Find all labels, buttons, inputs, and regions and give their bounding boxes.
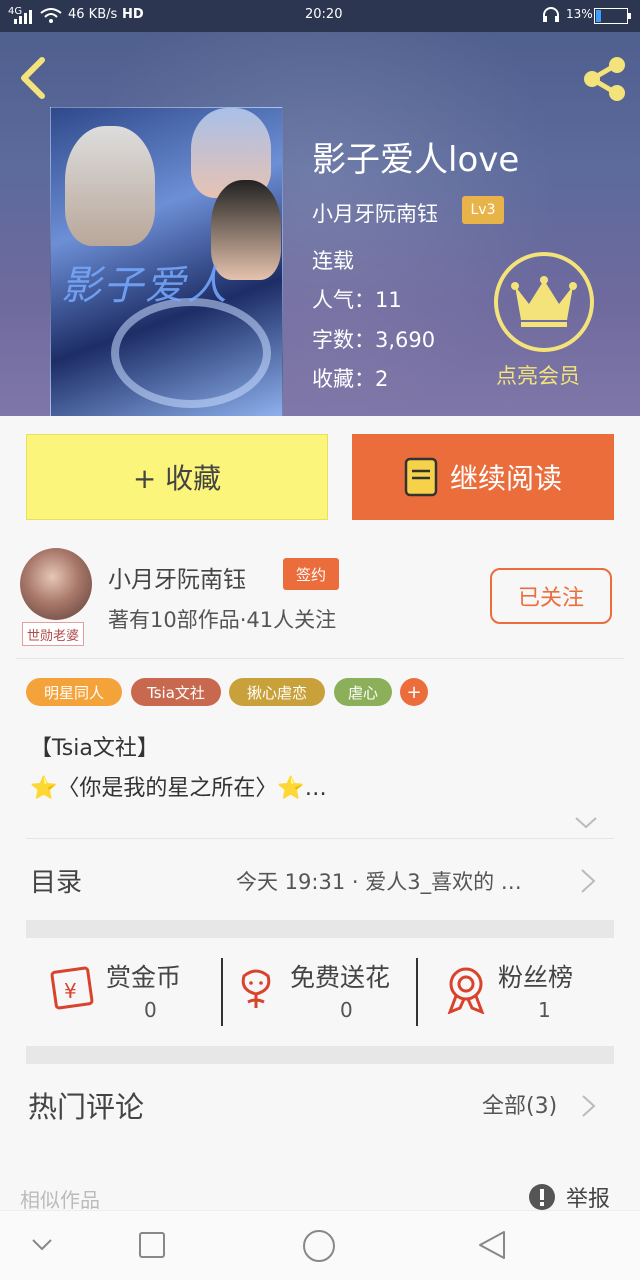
book-title: 影子爱人love xyxy=(312,140,520,180)
section-separator xyxy=(26,1046,614,1064)
add-favorite-button[interactable]: + 收藏 xyxy=(26,434,328,520)
red-envelope-icon: ¥ xyxy=(50,966,94,1010)
vip-label: 点亮会员 xyxy=(496,364,580,388)
tip-coins-button[interactable]: ¥ 赏金币 0 xyxy=(26,950,222,1030)
favorites-count: 收藏：2 xyxy=(312,367,389,391)
add-tag-button[interactable]: + xyxy=(400,678,428,706)
avatar-caption: 世勋老婆 xyxy=(22,622,85,646)
toc-row[interactable]: 目录 今天 19:31 · 爱人3_喜欢的 … xyxy=(26,840,614,920)
nav-home-button[interactable] xyxy=(302,1229,336,1263)
report-label: 举报 xyxy=(566,1187,611,1212)
headphones-icon xyxy=(542,6,560,28)
stat-label: 粉丝榜 xyxy=(498,963,574,992)
tag-item[interactable]: 明星同人 xyxy=(26,678,122,706)
expand-intro-button[interactable] xyxy=(574,814,598,834)
popularity: 人气：11 xyxy=(312,288,402,312)
stat-value: 0 xyxy=(144,998,157,1022)
rosette-icon xyxy=(447,967,485,1014)
share-button[interactable] xyxy=(580,56,628,106)
author-name[interactable]: 小月牙阮南钰 xyxy=(312,198,438,228)
battery-icon xyxy=(594,8,632,28)
signal-icon xyxy=(10,10,36,28)
stat-label: 赏金币 xyxy=(106,963,182,992)
hd-call-indicator: HD xyxy=(122,7,144,22)
back-button[interactable] xyxy=(16,56,48,104)
crown-icon xyxy=(511,276,577,327)
follow-button[interactable]: 已关注 xyxy=(490,568,612,624)
book-header: 影子爱人 影子爱人love 小月牙阮南钰 Lv3 连载 人气：11 字数：3,6… xyxy=(0,32,640,416)
nav-collapse-button[interactable] xyxy=(30,1237,54,1253)
continue-reading-label: 继续阅读 xyxy=(449,462,562,495)
author-stats: 著有10部作品·41人关注 xyxy=(108,608,337,632)
warning-icon xyxy=(529,1184,555,1210)
svg-text:¥: ¥ xyxy=(64,979,77,1003)
nav-recents-button[interactable] xyxy=(138,1231,166,1259)
stat-value: 0 xyxy=(340,998,353,1022)
chevron-down-icon xyxy=(575,817,597,829)
toc-label: 目录 xyxy=(30,868,83,898)
tag-item[interactable]: 虐心 xyxy=(334,678,392,706)
chevron-right-icon xyxy=(582,1095,596,1117)
chevron-right-icon xyxy=(581,869,596,893)
battery-percent: 13% xyxy=(566,7,593,21)
hot-comments-title: 热门评论 xyxy=(28,1090,145,1124)
stat-value: 1 xyxy=(538,998,551,1022)
similar-works-label: 相似作品 xyxy=(20,1188,100,1212)
intro-line-2: ⭐〈你是我的星之所在〉⭐… xyxy=(30,776,327,801)
section-separator xyxy=(26,920,614,938)
nav-back-button[interactable] xyxy=(476,1229,508,1261)
stat-label: 免费送花 xyxy=(290,963,391,992)
clock: 20:20 xyxy=(305,7,343,22)
continue-reading-button[interactable]: 继续阅读 xyxy=(352,434,614,520)
divider xyxy=(26,838,614,839)
all-comments-link[interactable]: 全部(3) xyxy=(482,1088,557,1120)
report-button[interactable]: 举报 xyxy=(528,1180,618,1214)
share-icon xyxy=(584,57,625,101)
wifi-icon xyxy=(40,8,62,28)
author-card-name[interactable]: 小月牙阮南钰 xyxy=(108,560,246,594)
status-bar: 4G 46 KB/s HD 20:20 13% xyxy=(0,0,640,32)
serial-status: 连载 xyxy=(312,249,354,273)
fan-ranking-button[interactable]: 粉丝榜 1 xyxy=(418,950,614,1030)
signed-badge: 签约 xyxy=(283,558,339,590)
level-badge: Lv3 xyxy=(462,196,504,224)
flower-icon xyxy=(241,969,271,1008)
system-nav-bar xyxy=(0,1210,640,1280)
book-cover[interactable]: 影子爱人 xyxy=(50,107,283,416)
word-count: 字数：3,690 xyxy=(312,328,436,352)
network-speed: 46 KB/s xyxy=(68,7,118,22)
toc-latest-chapter: 今天 19:31 · 爱人3_喜欢的 … xyxy=(236,870,522,894)
avatar[interactable] xyxy=(20,548,92,620)
vip-button[interactable] xyxy=(494,252,594,352)
cover-title-art: 影子爱人 xyxy=(61,263,229,309)
send-flower-button[interactable]: 免费送花 0 xyxy=(222,950,418,1030)
intro-line-1: 【Tsia文社】 xyxy=(30,736,159,761)
tag-item[interactable]: 揪心虐恋 xyxy=(229,678,325,706)
book-icon xyxy=(404,457,438,497)
tag-item[interactable]: Tsia文社 xyxy=(131,678,221,706)
divider xyxy=(16,658,624,659)
